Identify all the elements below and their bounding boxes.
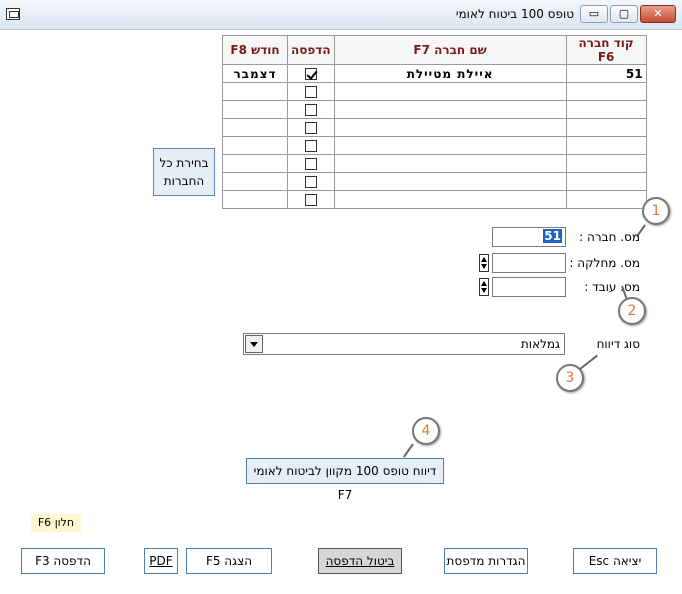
table-row[interactable]: [222, 190, 647, 209]
employee-number-input[interactable]: [492, 277, 566, 297]
help-window-label: F6 חלון: [31, 514, 81, 532]
print-checkbox[interactable]: [304, 122, 317, 134]
report-type-select[interactable]: גמלאות: [243, 333, 565, 355]
print-checkbox[interactable]: [304, 68, 317, 80]
minimize-button[interactable]: ▭: [580, 5, 608, 23]
cell-month[interactable]: [222, 190, 288, 209]
select-all-line2: החברות: [163, 174, 205, 188]
callout-4-leader: [403, 443, 414, 458]
column-header-print[interactable]: הדפסה: [287, 35, 335, 65]
employee-spinner[interactable]: [479, 278, 489, 296]
window-title: טופס 100 ביטוח לאומי: [455, 7, 574, 21]
pdf-label: PDF: [149, 554, 173, 568]
company-number-label: מס. חברה :: [579, 230, 640, 244]
department-number-label: מס. מחלקה :: [569, 256, 640, 270]
column-header-month[interactable]: חודש F8: [222, 35, 288, 65]
cell-code[interactable]: [565, 82, 647, 101]
report-type-label: סוג דיווח: [596, 337, 640, 351]
maximize-button[interactable]: ▢: [610, 5, 638, 23]
cancel-print-button[interactable]: ביטול הדפסה: [318, 548, 402, 574]
column-header-code[interactable]: קוד חברה F6: [565, 35, 647, 65]
exit-button[interactable]: יציאה Esc: [573, 548, 657, 574]
table-row[interactable]: [222, 172, 647, 191]
pdf-button[interactable]: PDF: [144, 548, 178, 574]
company-number-value: 51: [543, 229, 562, 243]
cell-code[interactable]: [565, 172, 647, 191]
cell-name[interactable]: [333, 100, 567, 119]
department-number-input[interactable]: [492, 253, 566, 273]
column-header-name[interactable]: שם חברה F7: [333, 35, 567, 65]
online-report-button[interactable]: דיווח טופס 100 מקוון לביטוח לאומי F7: [246, 458, 444, 502]
cell-month[interactable]: [222, 118, 288, 137]
callout-4: 4: [412, 417, 440, 445]
table-row[interactable]: [222, 136, 647, 155]
cell-month[interactable]: [222, 136, 288, 155]
cell-code[interactable]: [565, 190, 647, 209]
print-checkbox[interactable]: [304, 140, 317, 152]
print-checkbox[interactable]: [304, 194, 317, 206]
cell-code[interactable]: [565, 154, 647, 173]
select-all-companies-button[interactable]: בחירת כל החברות: [153, 148, 215, 196]
print-button[interactable]: הדפסה F3: [21, 548, 105, 574]
cell-name[interactable]: [333, 190, 567, 209]
table-row[interactable]: [222, 154, 647, 173]
app-icon: [6, 8, 20, 20]
cell-month[interactable]: [222, 100, 288, 119]
callout-3-leader: [579, 354, 598, 370]
cell-month[interactable]: [222, 172, 288, 191]
cell-month[interactable]: [222, 82, 288, 101]
cell-code[interactable]: 51: [565, 64, 647, 83]
companies-table: קוד חברה F6 שם חברה F7 הדפסה חודש F8 51 א…: [222, 35, 647, 209]
cell-name[interactable]: [333, 118, 567, 137]
callout-1: 1: [642, 197, 670, 225]
close-button[interactable]: ✕: [640, 5, 676, 23]
cell-month[interactable]: [222, 154, 288, 173]
table-row[interactable]: [222, 100, 647, 119]
title-bar: טופס 100 ביטוח לאומי ▭ ▢ ✕: [0, 0, 682, 30]
select-all-line1: בחירת כל: [159, 156, 209, 170]
report-type-value: גמלאות: [520, 337, 560, 351]
print-checkbox[interactable]: [304, 176, 317, 188]
cell-code[interactable]: [565, 136, 647, 155]
print-checkbox[interactable]: [304, 158, 317, 170]
cell-name[interactable]: איילת מטיילת: [333, 64, 567, 83]
cell-month[interactable]: דצמבר: [222, 64, 288, 83]
cell-name[interactable]: [333, 154, 567, 173]
cell-name[interactable]: [333, 172, 567, 191]
callout-2: 2: [618, 297, 646, 325]
cell-code[interactable]: [565, 118, 647, 137]
table-row[interactable]: 51 איילת מטיילת דצמבר: [222, 64, 647, 83]
company-number-input[interactable]: 51: [492, 227, 566, 247]
table-row[interactable]: [222, 82, 647, 101]
show-button[interactable]: הצגה F5: [186, 548, 272, 574]
cell-name[interactable]: [333, 82, 567, 101]
print-checkbox[interactable]: [304, 86, 317, 98]
table-row[interactable]: [222, 118, 647, 137]
table-header-row: קוד חברה F6 שם חברה F7 הדפסה חודש F8: [222, 35, 647, 65]
printer-settings-button[interactable]: הגדרות מדפסת: [444, 548, 528, 574]
cell-code[interactable]: [565, 100, 647, 119]
department-spinner[interactable]: [479, 254, 489, 272]
print-checkbox[interactable]: [304, 104, 317, 116]
chevron-down-icon[interactable]: [245, 335, 263, 353]
employee-number-label: מס. עובד :: [584, 280, 640, 294]
cancel-print-label: ביטול הדפסה: [325, 554, 395, 568]
cell-name[interactable]: [333, 136, 567, 155]
